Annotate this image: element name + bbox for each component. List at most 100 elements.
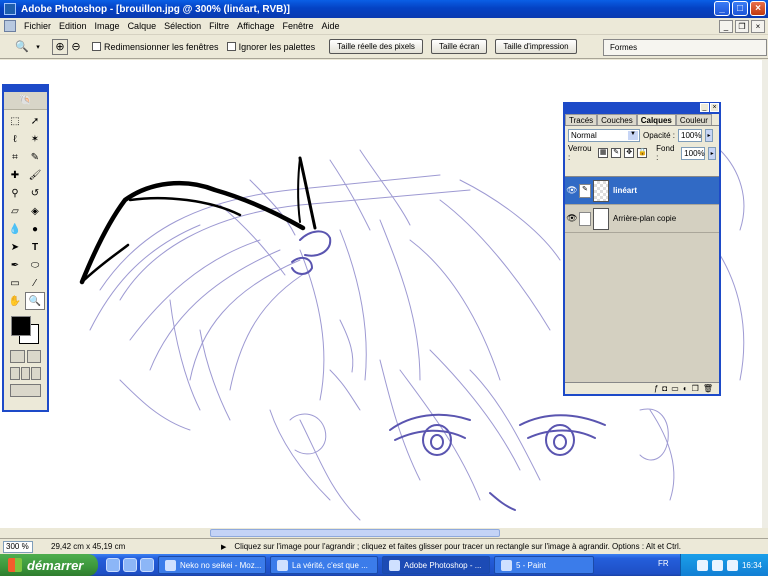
- menu-selection[interactable]: Sélection: [160, 21, 205, 31]
- print-size-button[interactable]: Taille d'impression: [495, 39, 577, 54]
- horizontal-scroll-thumb[interactable]: [210, 529, 500, 537]
- desktop-icon[interactable]: [140, 558, 154, 572]
- maximize-button[interactable]: □: [732, 1, 748, 16]
- menu-image[interactable]: Image: [91, 21, 124, 31]
- language-indicator[interactable]: FR: [658, 559, 669, 568]
- screen-mode-full-menu-icon[interactable]: [20, 367, 31, 380]
- foreground-color-swatch[interactable]: [11, 316, 31, 336]
- actual-pixels-button[interactable]: Taille réelle des pixels: [329, 39, 423, 54]
- ie-icon[interactable]: [106, 558, 120, 572]
- layer-mask-icon[interactable]: ◘: [662, 384, 667, 393]
- tray-app-icon[interactable]: [726, 559, 738, 571]
- new-layer-icon[interactable]: ❐: [692, 384, 699, 393]
- pen-tool-icon[interactable]: ✒: [5, 256, 25, 274]
- doc-close-button[interactable]: ×: [751, 20, 765, 33]
- task-word[interactable]: La vérité, c'est que ...: [270, 556, 378, 574]
- close-button[interactable]: ×: [750, 1, 766, 16]
- fit-screen-button[interactable]: Taille écran: [430, 39, 488, 54]
- opacity-field[interactable]: 100%: [678, 128, 703, 142]
- blend-mode-select[interactable]: Normal: [568, 128, 640, 142]
- toolbox-header[interactable]: 🐚: [4, 92, 47, 110]
- status-menu-arrow-icon[interactable]: ▶: [221, 543, 226, 551]
- healing-brush-icon[interactable]: ✚: [5, 166, 25, 184]
- notes-tool-icon[interactable]: ▭: [5, 274, 25, 292]
- paint-bucket-icon[interactable]: ◈: [25, 202, 45, 220]
- quick-mask-icon[interactable]: [26, 350, 41, 363]
- move-tool-icon[interactable]: ➚: [25, 112, 45, 130]
- slice-tool-icon[interactable]: ✎: [25, 148, 45, 166]
- lock-all-icon[interactable]: 🔒: [637, 148, 648, 158]
- magic-wand-icon[interactable]: ✶: [25, 130, 45, 148]
- lock-image-icon[interactable]: ✎: [611, 148, 622, 158]
- opacity-slider-arrow-icon[interactable]: ▸: [705, 128, 714, 142]
- lasso-tool-icon[interactable]: ℓ: [5, 130, 25, 148]
- zoom-tool-icon[interactable]: 🔍: [25, 292, 45, 310]
- ignore-palettes-checkbox[interactable]: Ignorer les palettes: [226, 42, 315, 52]
- doc-restore-button[interactable]: ❐: [735, 20, 749, 33]
- fill-field[interactable]: 100%: [681, 146, 706, 160]
- layer-row[interactable]: 👁 Arrière-plan copie: [565, 205, 719, 233]
- tab-traces[interactable]: Tracés: [565, 114, 598, 125]
- dodge-tool-icon[interactable]: ●: [25, 220, 45, 238]
- blur-tool-icon[interactable]: 💧: [5, 220, 25, 238]
- tray-network-icon[interactable]: [696, 559, 708, 571]
- menu-aide[interactable]: Aide: [318, 21, 344, 31]
- layer-link-slot[interactable]: [579, 211, 591, 226]
- fill-slider-arrow-icon[interactable]: ▸: [708, 146, 716, 160]
- lock-transparency-icon[interactable]: ▦: [598, 148, 609, 158]
- visibility-eye-icon[interactable]: 👁: [565, 185, 579, 196]
- menu-edition[interactable]: Edition: [55, 21, 91, 31]
- lock-position-icon[interactable]: ✥: [624, 148, 635, 158]
- media-icon[interactable]: [123, 558, 137, 572]
- task-paint[interactable]: 5 - Paint: [494, 556, 594, 574]
- eraser-tool-icon[interactable]: ▱: [5, 202, 25, 220]
- resize-windows-checkbox[interactable]: Redimensionner les fenêtres: [92, 42, 219, 52]
- menu-affichage[interactable]: Affichage: [233, 21, 278, 31]
- tab-couches[interactable]: Couches: [597, 114, 637, 125]
- tab-couleur[interactable]: Couleur: [675, 114, 712, 125]
- delete-layer-icon[interactable]: 🗑: [703, 384, 713, 393]
- new-set-icon[interactable]: ▭: [671, 384, 679, 393]
- layer-brush-icon[interactable]: ✎: [579, 183, 591, 198]
- palette-close-button[interactable]: ×: [710, 103, 719, 112]
- minimize-button[interactable]: _: [714, 1, 730, 16]
- jump-to-imageready-icon[interactable]: [10, 384, 41, 397]
- hand-tool-icon[interactable]: ✋: [5, 292, 25, 310]
- zoom-in-icon[interactable]: ⊕: [52, 38, 68, 55]
- screen-mode-standard-icon[interactable]: [10, 367, 20, 380]
- menu-filtre[interactable]: Filtre: [205, 21, 233, 31]
- layer-name[interactable]: linéart: [613, 186, 637, 195]
- menu-fenetre[interactable]: Fenêtre: [279, 21, 318, 31]
- start-button[interactable]: démarrer: [0, 554, 98, 576]
- zoom-level-field[interactable]: 300 %: [3, 540, 33, 553]
- crop-tool-icon[interactable]: ⌗: [5, 148, 25, 166]
- menu-calque[interactable]: Calque: [124, 21, 161, 31]
- tab-calques[interactable]: Calques: [636, 114, 676, 125]
- task-photoshop[interactable]: Adobe Photoshop - ...: [382, 556, 490, 574]
- zoom-out-icon[interactable]: ⊖: [68, 39, 84, 55]
- task-firefox[interactable]: Neko no seikei - Moz...: [158, 556, 266, 574]
- layer-style-icon[interactable]: ƒ: [654, 384, 658, 393]
- visibility-eye-icon[interactable]: 👁: [565, 213, 579, 224]
- horizontal-scrollbar[interactable]: [0, 528, 768, 538]
- shape-tool-icon[interactable]: ⬭: [25, 256, 45, 274]
- clone-stamp-icon[interactable]: ⚲: [5, 184, 25, 202]
- adjustment-layer-icon[interactable]: ◐: [683, 384, 688, 393]
- document-icon[interactable]: [4, 20, 16, 32]
- vertical-scrollbar[interactable]: [762, 60, 768, 528]
- doc-minimize-button[interactable]: _: [719, 20, 733, 33]
- zoom-tool-icon[interactable]: 🔍: [14, 39, 30, 55]
- screen-mode-full-icon[interactable]: [31, 367, 42, 380]
- marquee-tool-icon[interactable]: ⬚: [5, 112, 25, 130]
- document-size[interactable]: 29,42 cm x 45,19 cm: [51, 542, 191, 551]
- standard-mode-icon[interactable]: [10, 350, 25, 363]
- eyedropper-icon[interactable]: ⁄: [25, 274, 45, 292]
- palette-well-formes-tab[interactable]: Formes: [603, 39, 767, 56]
- clock[interactable]: 16:34: [742, 561, 762, 570]
- palette-minimize-button[interactable]: _: [700, 103, 709, 112]
- menu-fichier[interactable]: Fichier: [20, 21, 55, 31]
- path-selection-icon[interactable]: ➤: [5, 238, 25, 256]
- history-brush-icon[interactable]: ↺: [25, 184, 45, 202]
- layer-name[interactable]: Arrière-plan copie: [613, 214, 676, 223]
- layer-row[interactable]: 👁 ✎ linéart: [565, 177, 719, 205]
